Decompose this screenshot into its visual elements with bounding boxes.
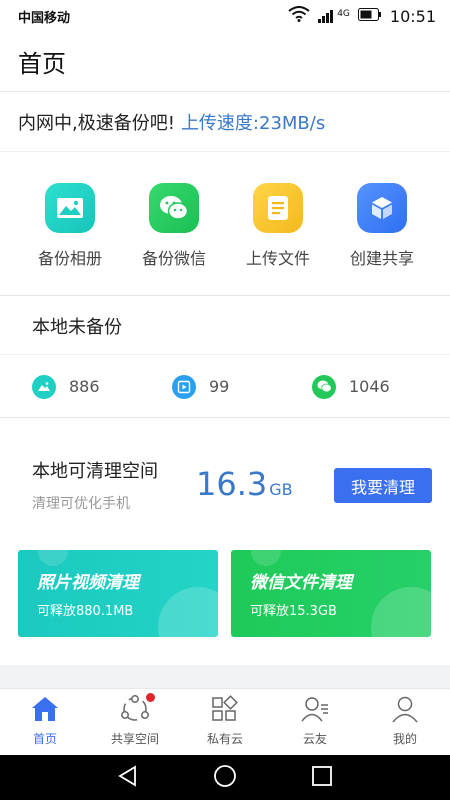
wechat-count[interactable]: 1046 (312, 374, 390, 399)
stat-value: 99 (209, 377, 230, 396)
section-title: 本地未备份 (32, 316, 122, 338)
back-icon[interactable] (117, 764, 139, 791)
tab-label: 私有云 (206, 732, 243, 746)
photo-count[interactable]: 886 (32, 374, 100, 399)
photo-video-cleanup-card[interactable]: 照片视频清理 可释放880.1MB (18, 550, 218, 637)
upload-file-button[interactable]: 上传文件 (226, 153, 330, 295)
create-share-button[interactable]: 创建共享 (330, 153, 434, 295)
recent-apps-icon[interactable] (311, 765, 333, 791)
card-decoration (251, 550, 281, 566)
tab-share-space[interactable]: 共享空间 (90, 689, 180, 755)
wechat-file-cleanup-card[interactable]: 微信文件清理 可释放15.3GB (231, 550, 431, 637)
home-circle-icon[interactable] (213, 764, 237, 792)
card-decoration (371, 587, 431, 637)
qa-label: 备份微信 (141, 249, 206, 268)
tab-label: 共享空间 (110, 732, 159, 746)
photo-album-icon (45, 183, 95, 233)
size-unit: GB (269, 480, 293, 499)
wechat-icon (312, 374, 336, 399)
card-decoration (158, 587, 218, 637)
card-decoration (38, 550, 68, 566)
status-bar: 中国移动 4G 10:51 (0, 0, 450, 32)
page-title: 首页 (18, 50, 66, 78)
unbackup-section-title: 本地未备份 (0, 297, 450, 355)
document-icon (253, 183, 303, 233)
profile-icon (390, 695, 420, 727)
friends-icon (300, 695, 330, 727)
notification-badge (146, 693, 155, 702)
qa-label: 创建共享 (349, 249, 414, 268)
tab-home[interactable]: 首页 (0, 689, 90, 755)
video-count[interactable]: 99 (172, 374, 230, 399)
card-sub: 可释放880.1MB (37, 604, 134, 619)
size-number: 16.3 (196, 465, 268, 503)
wifi-icon (288, 6, 310, 26)
card-title: 照片视频清理 (37, 573, 139, 593)
section-divider (0, 665, 450, 688)
quick-actions: 备份相册 备份微信 上传文件 创建共享 (0, 153, 450, 296)
network-type: 4G (337, 9, 350, 19)
private-cloud-icon (210, 695, 240, 727)
backup-wechat-button[interactable]: 备份微信 (122, 153, 226, 295)
tab-label: 首页 (32, 732, 57, 746)
unbackup-stats: 886 99 1046 (0, 356, 450, 418)
qa-label: 备份相册 (37, 249, 102, 268)
card-title: 微信文件清理 (250, 573, 352, 593)
upload-speed: 上传速度:23MB/s (180, 112, 326, 134)
cleanup-size: 16.3 GB (196, 465, 293, 503)
system-nav-bar (0, 755, 450, 800)
stat-value: 1046 (349, 377, 390, 396)
cube-icon (357, 183, 407, 233)
tab-label: 云友 (302, 732, 327, 746)
battery-icon (357, 7, 382, 25)
cleanup-sub: 清理可优化手机 (32, 496, 130, 512)
cleanup-label: 本地可清理空间 (32, 461, 158, 482)
card-sub: 可释放15.3GB (250, 604, 337, 619)
carrier-name: 中国移动 (18, 10, 71, 26)
wechat-icon (149, 183, 199, 233)
video-icon (172, 374, 196, 399)
share-space-icon (120, 695, 150, 727)
cleanup-button[interactable]: 我要清理 (334, 468, 432, 503)
signal-icon: 4G (318, 9, 350, 23)
qa-label: 上传文件 (245, 249, 310, 268)
tab-profile[interactable]: 我的 (360, 689, 450, 755)
stat-value: 886 (69, 377, 100, 396)
cleanup-section: 本地可清理空间 清理可优化手机 16.3 GB 我要清理 照片视频清理 可释放88… (0, 419, 450, 665)
home-icon (30, 695, 60, 727)
tab-label: 我的 (392, 732, 417, 746)
backup-album-button[interactable]: 备份相册 (18, 153, 122, 295)
page-header: 首页 (0, 32, 450, 92)
photo-icon (32, 374, 56, 399)
tab-private-cloud[interactable]: 私有云 (180, 689, 270, 755)
tab-friends[interactable]: 云友 (270, 689, 360, 755)
network-notice: 内网中,极速备份吧! 上传速度:23MB/s (0, 92, 450, 152)
bottom-tab-bar: 首页 共享空间 私有云 云友 我的 (0, 688, 450, 755)
clock: 10:51 (389, 6, 436, 26)
notice-text: 内网中,极速备份吧! (18, 112, 175, 134)
